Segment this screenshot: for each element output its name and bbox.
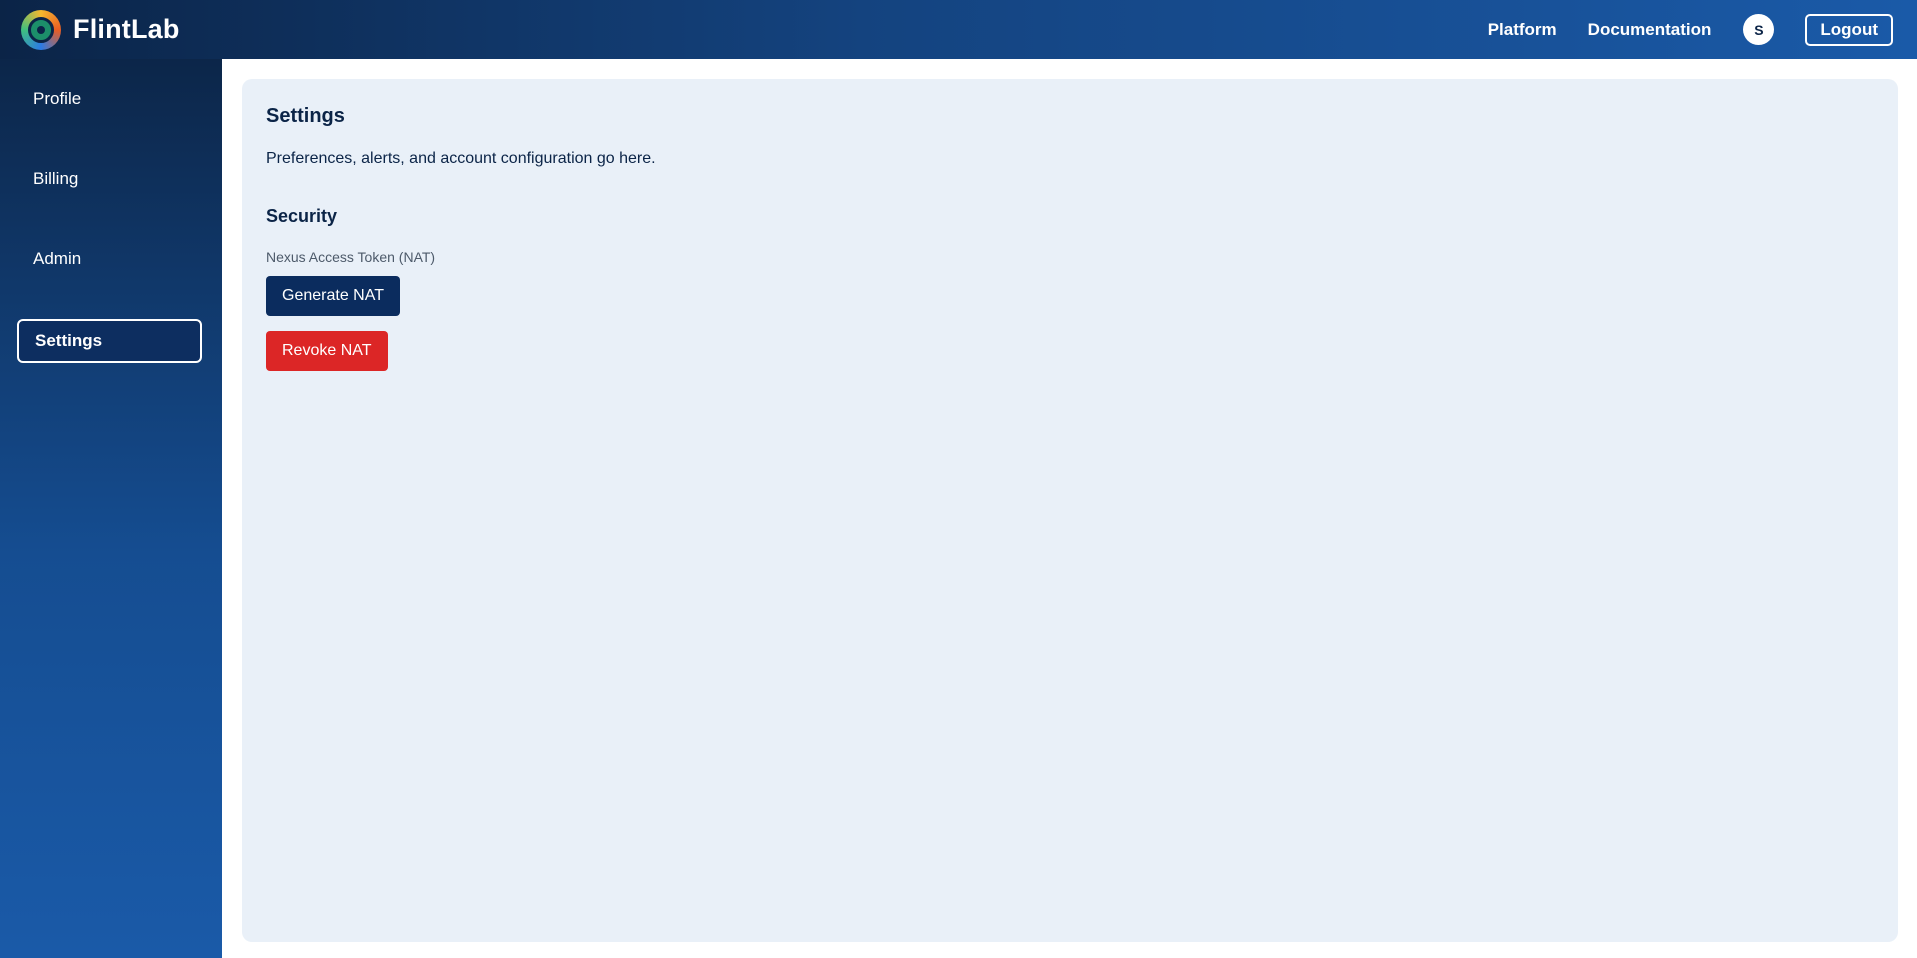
sidebar: Profile Billing Admin Settings bbox=[0, 59, 222, 958]
page-description: Preferences, alerts, and account configu… bbox=[266, 150, 656, 167]
security-section-title: Security bbox=[266, 206, 338, 226]
settings-panel: Settings Preferences, alerts, and accoun… bbox=[242, 79, 1898, 942]
flintlab-logo-icon bbox=[21, 9, 61, 50]
nav-link-documentation[interactable]: Documentation bbox=[1588, 20, 1712, 40]
sidebar-item-profile[interactable]: Profile bbox=[17, 77, 202, 121]
brand-name: FlintLab bbox=[73, 14, 180, 44]
revoke-nat-button[interactable]: Revoke NAT bbox=[266, 331, 388, 371]
sidebar-item-admin[interactable]: Admin bbox=[17, 237, 202, 281]
user-avatar[interactable]: S bbox=[1743, 14, 1775, 45]
sidebar-item-billing[interactable]: Billing bbox=[17, 157, 202, 201]
header-nav: Platform Documentation S Logout bbox=[1488, 0, 1893, 59]
generate-nat-button[interactable]: Generate NAT bbox=[266, 276, 400, 316]
page-title: Settings bbox=[266, 105, 345, 127]
nat-token-label: Nexus Access Token (NAT) bbox=[266, 249, 436, 265]
nav-link-platform[interactable]: Platform bbox=[1488, 20, 1557, 40]
top-navbar: FlintLab Platform Documentation S Logout bbox=[0, 0, 1917, 59]
brand[interactable]: FlintLab bbox=[21, 9, 180, 50]
logout-button[interactable]: Logout bbox=[1805, 13, 1893, 46]
sidebar-item-settings[interactable]: Settings bbox=[17, 319, 202, 363]
